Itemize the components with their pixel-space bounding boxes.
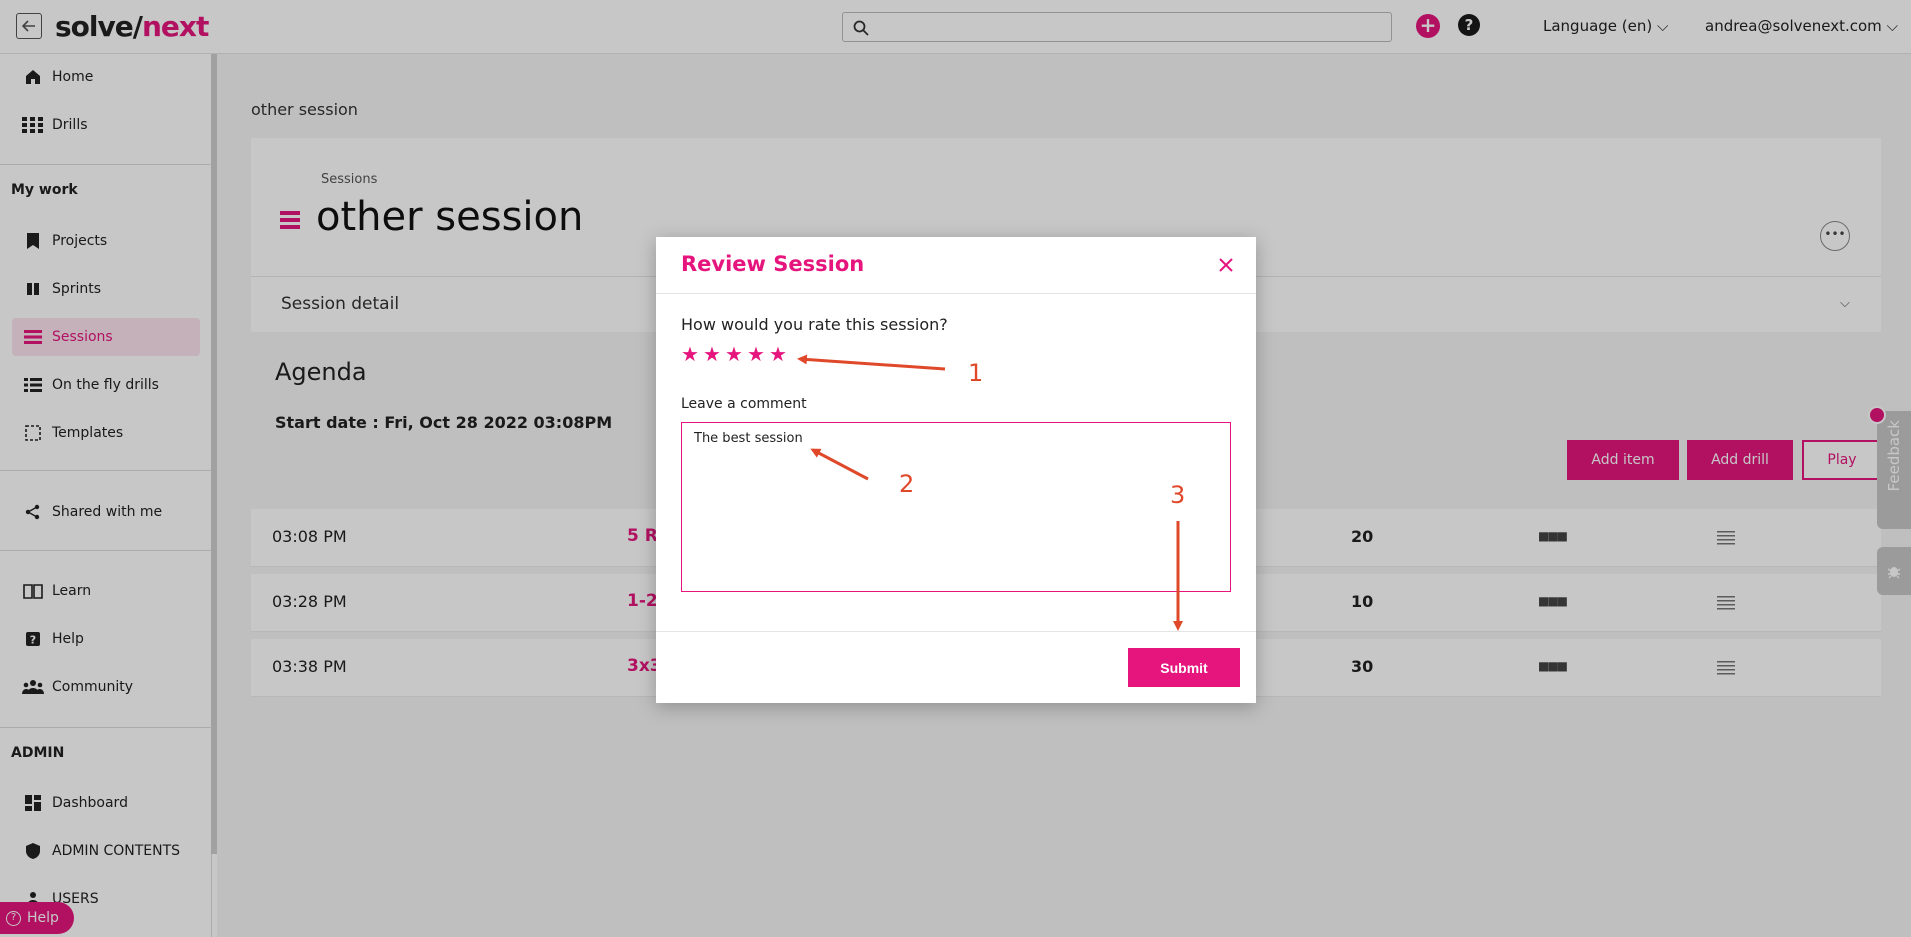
star-icon[interactable]: ★ (680, 344, 700, 364)
modal-footer-divider (656, 631, 1256, 632)
star-icon[interactable]: ★ (746, 344, 766, 364)
rating-stars[interactable]: ★ ★ ★ ★ ★ (680, 344, 788, 364)
star-icon[interactable]: ★ (768, 344, 788, 364)
modal-title: Review Session (681, 252, 865, 276)
comment-textarea[interactable] (681, 422, 1231, 592)
annotation-number-2: 2 (899, 470, 915, 498)
modal-header: Review Session (656, 237, 1256, 294)
comment-label: Leave a comment (681, 396, 807, 412)
rating-question: How would you rate this session? (681, 315, 948, 334)
annotation-number-1: 1 (968, 359, 984, 387)
review-session-modal: Review Session How would you rate this s… (656, 237, 1256, 703)
star-icon[interactable]: ★ (724, 344, 744, 364)
close-icon[interactable] (1214, 253, 1238, 277)
annotation-number-3: 3 (1170, 481, 1186, 509)
submit-button[interactable]: Submit (1128, 648, 1240, 687)
star-icon[interactable]: ★ (702, 344, 722, 364)
